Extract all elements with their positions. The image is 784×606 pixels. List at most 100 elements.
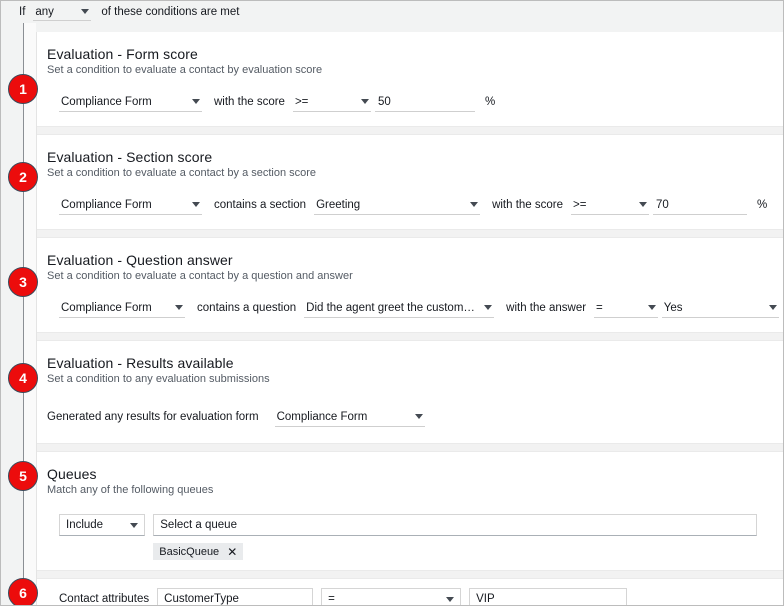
question-answer-answer-label: with the answer xyxy=(506,302,586,314)
chevron-down-icon xyxy=(446,597,454,602)
block-separator-5 xyxy=(37,570,783,579)
section-score-operator-value: >= xyxy=(573,199,586,211)
form-score-operator-select[interactable]: >= xyxy=(293,92,371,112)
contact-attribute-operator-value: = xyxy=(328,593,335,605)
queue-chip-label: BasicQueue xyxy=(159,546,219,558)
condition-mode-value: any xyxy=(35,6,54,18)
step-badge-1: 1 xyxy=(8,74,38,104)
section-score-form-value: Compliance Form xyxy=(61,199,152,211)
conditions-card: Evaluation - Form score Set a condition … xyxy=(36,32,783,606)
section-score-percent-label: % xyxy=(757,199,767,211)
timeline-rail xyxy=(23,23,24,606)
form-score-value-text: 50 xyxy=(378,96,391,108)
contact-attribute-key-input[interactable]: CustomerType xyxy=(157,588,313,606)
block-title-results-available: Evaluation - Results available xyxy=(47,355,783,371)
block-subtitle-form-score: Set a condition to evaluate a contact by… xyxy=(47,64,783,76)
block-subtitle-results-available: Set a condition to any evaluation submis… xyxy=(47,373,783,385)
chevron-down-icon xyxy=(81,9,89,14)
condition-block-form-score: Evaluation - Form score Set a condition … xyxy=(37,32,783,126)
results-available-form-value: Compliance Form xyxy=(277,411,368,423)
form-score-operator-value: >= xyxy=(295,96,308,108)
results-available-label: Generated any results for evaluation for… xyxy=(47,411,259,423)
chevron-down-icon xyxy=(361,99,369,104)
section-score-value-text: 70 xyxy=(656,199,669,211)
section-score-section-select[interactable]: Greeting xyxy=(314,195,480,215)
form-score-value-input[interactable]: 50 xyxy=(375,92,475,112)
queue-chip-basicqueue[interactable]: BasicQueue ✕ xyxy=(153,543,243,560)
section-score-section-label: contains a section xyxy=(214,199,306,211)
contact-attribute-value-input[interactable]: VIP xyxy=(469,588,627,606)
contact-attributes-row: Contact attributes CustomerType = VIP xyxy=(47,579,783,606)
block-title-form-score: Evaluation - Form score xyxy=(47,46,783,62)
chevron-down-icon xyxy=(648,305,656,310)
block-subtitle-queues: Match any of the following queues xyxy=(47,484,783,496)
question-answer-answer-select[interactable]: Yes xyxy=(662,298,779,318)
close-icon[interactable]: ✕ xyxy=(227,546,237,558)
form-score-row: Compliance Form with the score >= 50 % xyxy=(47,92,783,126)
question-answer-row: Compliance Form contains a question Did … xyxy=(47,298,783,332)
step-badge-6: 6 xyxy=(8,578,38,606)
chevron-down-icon xyxy=(192,202,200,207)
condition-mode-tail-text: of these conditions are met xyxy=(101,6,239,18)
chevron-down-icon xyxy=(415,414,423,419)
question-answer-question-select[interactable]: Did the agent greet the customer prope xyxy=(304,298,494,318)
form-score-form-select[interactable]: Compliance Form xyxy=(59,92,202,112)
queue-include-value: Include xyxy=(66,519,103,531)
results-available-row: Generated any results for evaluation for… xyxy=(47,407,783,443)
queue-picker: Select a queue BasicQueue ✕ xyxy=(153,514,783,560)
contact-attribute-operator-select[interactable]: = xyxy=(321,588,461,606)
results-available-form-select[interactable]: Compliance Form xyxy=(275,407,425,427)
chevron-down-icon xyxy=(470,202,478,207)
chevron-down-icon xyxy=(484,305,492,310)
chevron-down-icon xyxy=(769,305,777,310)
question-answer-form-value: Compliance Form xyxy=(61,302,152,314)
condition-builder-page: If any of these conditions are met 1 2 3… xyxy=(0,0,784,606)
condition-mode-select[interactable]: any xyxy=(33,3,91,21)
condition-block-contact-attributes: Contact attributes CustomerType = VIP xyxy=(37,579,783,606)
contact-attribute-key-value: CustomerType xyxy=(164,593,239,605)
step-badge-3: 3 xyxy=(8,267,38,297)
condition-block-results-available: Evaluation - Results available Set a con… xyxy=(37,341,783,443)
block-subtitle-question-answer: Set a condition to evaluate a contact by… xyxy=(47,270,783,282)
left-gutter xyxy=(23,23,36,606)
chevron-down-icon xyxy=(639,202,647,207)
queue-select-placeholder: Select a queue xyxy=(160,519,237,531)
block-separator-1 xyxy=(37,126,783,135)
contact-attribute-value-text: VIP xyxy=(476,593,495,605)
condition-block-queues: Queues Match any of the following queues… xyxy=(37,452,783,570)
queue-include-select[interactable]: Include xyxy=(59,514,145,536)
question-answer-operator-value: = xyxy=(596,302,603,314)
contact-attributes-label: Contact attributes xyxy=(59,593,149,605)
block-separator-2 xyxy=(37,229,783,238)
block-subtitle-section-score: Set a condition to evaluate a contact by… xyxy=(47,167,783,179)
block-title-queues: Queues xyxy=(47,466,783,482)
step-badge-2: 2 xyxy=(8,162,38,192)
form-score-percent-label: % xyxy=(485,96,495,108)
section-score-operator-select[interactable]: >= xyxy=(571,195,649,215)
condition-mode-bar: If any of these conditions are met xyxy=(1,1,783,23)
step-badge-4: 4 xyxy=(8,363,38,393)
queues-row: Include Select a queue BasicQueue ✕ xyxy=(47,514,783,570)
section-score-value-input[interactable]: 70 xyxy=(653,195,747,215)
chevron-down-icon xyxy=(175,305,183,310)
step-badge-5: 5 xyxy=(8,461,38,491)
block-separator-4 xyxy=(37,443,783,452)
block-title-question-answer: Evaluation - Question answer xyxy=(47,252,783,268)
block-separator-3 xyxy=(37,332,783,341)
section-score-score-label: with the score xyxy=(492,199,563,211)
section-score-form-select[interactable]: Compliance Form xyxy=(59,195,202,215)
question-answer-question-value: Did the agent greet the customer prope xyxy=(306,302,476,314)
question-answer-form-select[interactable]: Compliance Form xyxy=(59,298,185,318)
chevron-down-icon xyxy=(130,523,138,528)
form-score-form-value: Compliance Form xyxy=(61,96,152,108)
question-answer-answer-value: Yes xyxy=(664,302,683,314)
condition-block-question-answer: Evaluation - Question answer Set a condi… xyxy=(37,238,783,332)
section-score-section-value: Greeting xyxy=(316,199,360,211)
form-score-score-label: with the score xyxy=(214,96,285,108)
condition-block-section-score: Evaluation - Section score Set a conditi… xyxy=(37,135,783,229)
if-label: If xyxy=(19,6,25,18)
question-answer-operator-select[interactable]: = xyxy=(594,298,658,318)
queue-select-input[interactable]: Select a queue xyxy=(153,514,757,536)
question-answer-question-label: contains a question xyxy=(197,302,296,314)
block-title-section-score: Evaluation - Section score xyxy=(47,149,783,165)
